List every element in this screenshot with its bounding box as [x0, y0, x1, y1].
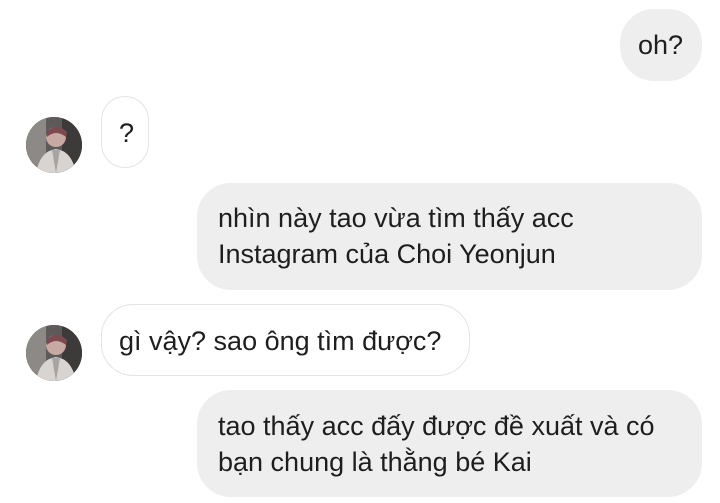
message-text-line: Instagram của Choi Yeonjun — [218, 239, 556, 269]
contact-avatar[interactable] — [26, 325, 82, 381]
avatar-photo — [26, 117, 82, 173]
message-text: gì vậy? sao ông tìm được? — [119, 326, 442, 356]
avatar-photo — [26, 325, 82, 381]
message-text: ? — [119, 118, 135, 148]
incoming-message-bubble[interactable]: gì vậy? sao ông tìm được? — [101, 304, 470, 376]
outgoing-message-bubble[interactable]: tao thấy acc đấy được đề xuất và có bạn … — [197, 390, 702, 497]
message-text-line: nhìn này tao vừa tìm thấy acc — [218, 203, 574, 233]
outgoing-message-bubble[interactable]: nhìn này tao vừa tìm thấy acc Instagram … — [197, 183, 702, 290]
chat-thread: oh? ? nhìn này tao vừa tìm thấy acc Inst… — [0, 0, 720, 503]
incoming-message-bubble[interactable]: ? — [101, 96, 149, 168]
message-text-line: bạn chung là thằng bé Kai — [218, 447, 532, 477]
message-text: oh? — [638, 30, 684, 60]
message-text-line: tao thấy acc đấy được đề xuất và có — [218, 411, 655, 441]
contact-avatar[interactable] — [26, 117, 82, 173]
outgoing-message-bubble[interactable]: oh? — [620, 9, 702, 81]
